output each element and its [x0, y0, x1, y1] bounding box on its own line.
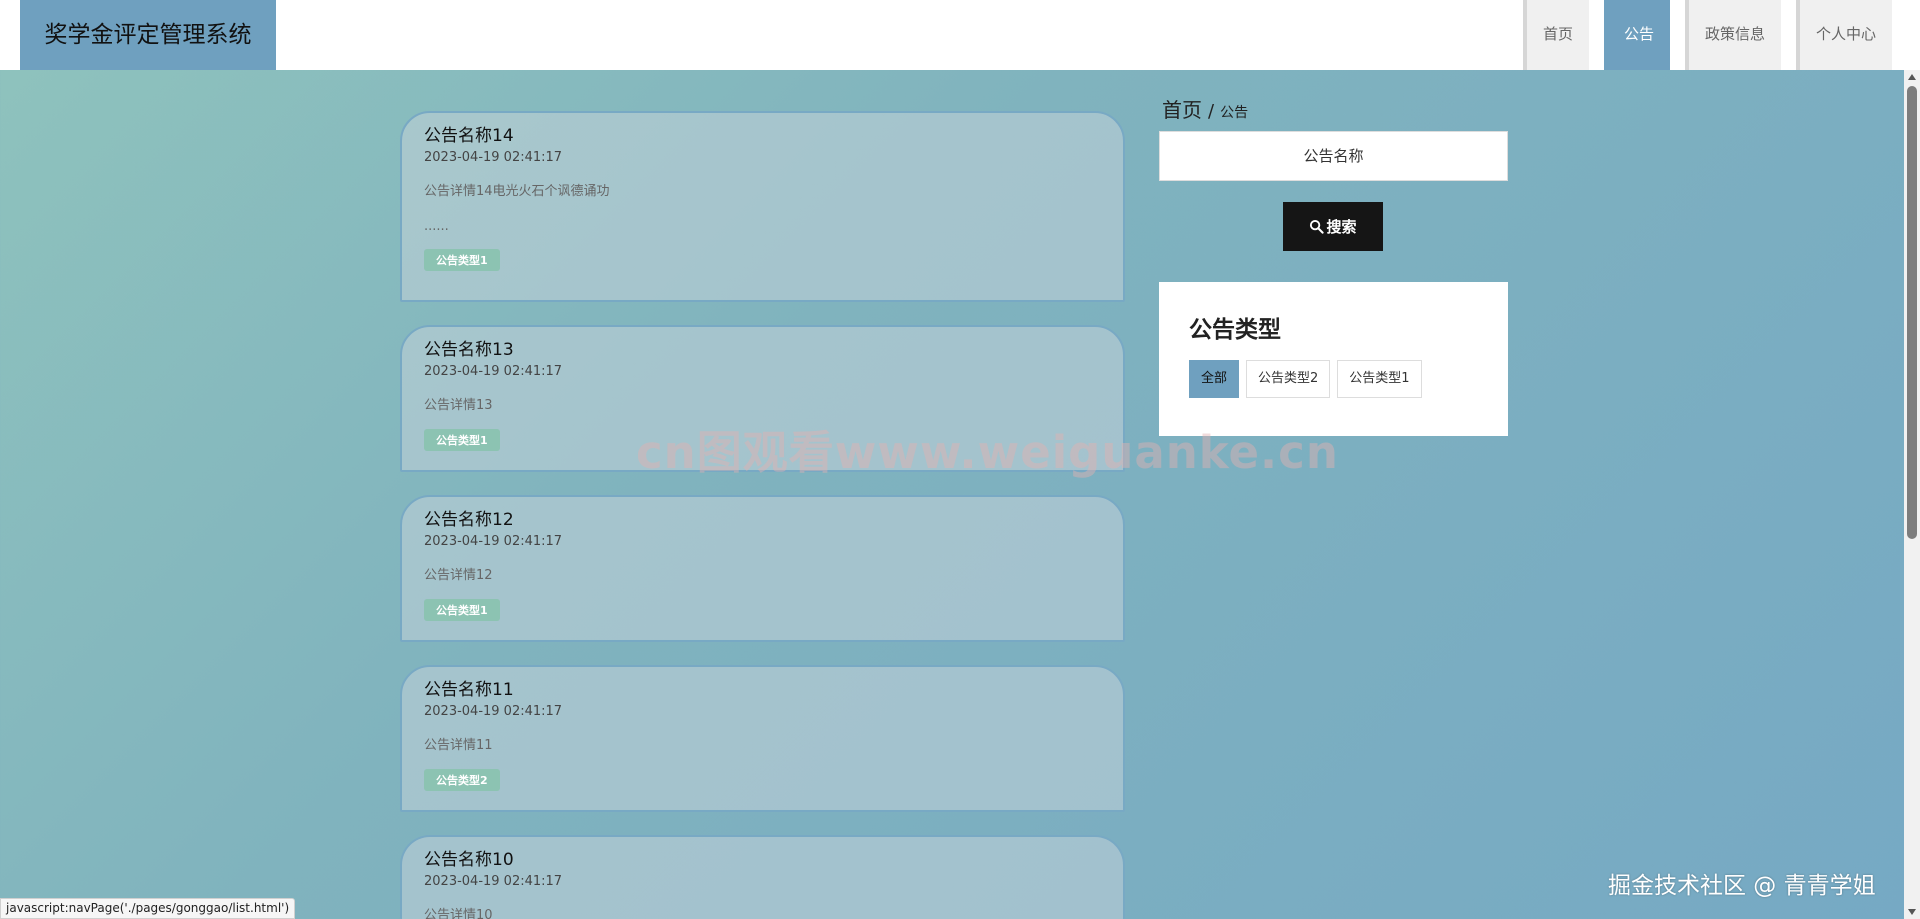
- announcement-card[interactable]: 公告名称14 2023-04-19 02:41:17 公告详情14电光火石个讽德…: [400, 111, 1125, 302]
- nav-item-policy-info[interactable]: 政策信息: [1684, 0, 1781, 70]
- announcement-time: 2023-04-19 02:41:17: [424, 874, 563, 889]
- search-input[interactable]: [1159, 131, 1508, 181]
- announcement-desc: 公告详情12: [424, 568, 493, 583]
- nav-item-home[interactable]: 首页: [1522, 0, 1589, 70]
- announcement-title[interactable]: 公告名称13: [424, 339, 1101, 361]
- status-bar-link-preview: javascript:navPage('./pages/gonggao/list…: [0, 898, 296, 919]
- type-filter-panel: 公告类型 全部 公告类型2 公告类型1: [1159, 282, 1508, 436]
- breadcrumb-home[interactable]: 首页: [1162, 94, 1202, 123]
- site-logo-title[interactable]: 奖学金评定管理系统: [20, 0, 276, 70]
- announcement-type-tag: 公告类型1: [424, 429, 500, 451]
- page-scrollbar[interactable]: [1904, 70, 1920, 919]
- type-filter-type2[interactable]: 公告类型2: [1246, 360, 1331, 398]
- scroll-up-icon[interactable]: [1908, 74, 1916, 80]
- announcement-desc: 公告详情13: [424, 398, 493, 413]
- breadcrumb: 首页 / 公告: [1162, 94, 1248, 123]
- announcement-type-tag: 公告类型1: [424, 249, 500, 271]
- announcement-time: 2023-04-19 02:41:17: [424, 534, 563, 549]
- announcement-title[interactable]: 公告名称11: [424, 679, 1101, 701]
- announcement-desc: 公告详情14电光火石个讽德诵功: [424, 184, 610, 199]
- announcement-card[interactable]: 公告名称11 2023-04-19 02:41:17 公告详情11 公告类型2: [400, 665, 1125, 812]
- breadcrumb-current: 公告: [1220, 105, 1249, 121]
- announcement-time: 2023-04-19 02:41:17: [424, 150, 563, 165]
- type-filter-title: 公告类型: [1189, 317, 1281, 343]
- search-button[interactable]: 搜索: [1283, 202, 1383, 251]
- announcement-card[interactable]: 公告名称10 2023-04-19 02:41:17 公告详情10: [400, 835, 1125, 919]
- announcement-title[interactable]: 公告名称12: [424, 509, 1101, 531]
- watermark: cn图观看www.weiguanke.cn: [636, 426, 1339, 479]
- type-filter-list: 全部 公告类型2 公告类型1: [1189, 360, 1478, 398]
- announcement-desc: 公告详情11: [424, 738, 493, 753]
- search-button-label: 搜索: [1326, 218, 1357, 236]
- announcement-card[interactable]: 公告名称12 2023-04-19 02:41:17 公告详情12 公告类型1: [400, 495, 1125, 642]
- nav-item-announcements[interactable]: 公告: [1603, 0, 1670, 70]
- announcement-desc: 公告详情10: [424, 908, 493, 919]
- search-icon: [1310, 219, 1325, 234]
- announcement-type-tag: 公告类型2: [424, 769, 500, 791]
- top-bar: 奖学金评定管理系统 首页 公告 政策信息 个人中心: [0, 0, 1920, 70]
- top-nav: 首页 公告 政策信息 个人中心: [1508, 0, 1892, 70]
- announcement-title[interactable]: 公告名称10: [424, 849, 1101, 871]
- announcement-title[interactable]: 公告名称14: [424, 125, 1101, 147]
- scroll-thumb[interactable]: [1907, 86, 1917, 539]
- announcement-ellipsis: ......: [424, 219, 449, 234]
- breadcrumb-separator: /: [1208, 101, 1215, 122]
- type-filter-type1[interactable]: 公告类型1: [1337, 360, 1422, 398]
- nav-item-personal-center[interactable]: 个人中心: [1795, 0, 1892, 70]
- scroll-down-icon[interactable]: [1908, 909, 1916, 915]
- announcement-type-tag: 公告类型1: [424, 599, 500, 621]
- announcement-time: 2023-04-19 02:41:17: [424, 704, 563, 719]
- credit-watermark: 掘金技术社区 @ 青青学姐: [1608, 873, 1876, 899]
- type-filter-all[interactable]: 全部: [1189, 360, 1240, 398]
- announcement-time: 2023-04-19 02:41:17: [424, 364, 563, 379]
